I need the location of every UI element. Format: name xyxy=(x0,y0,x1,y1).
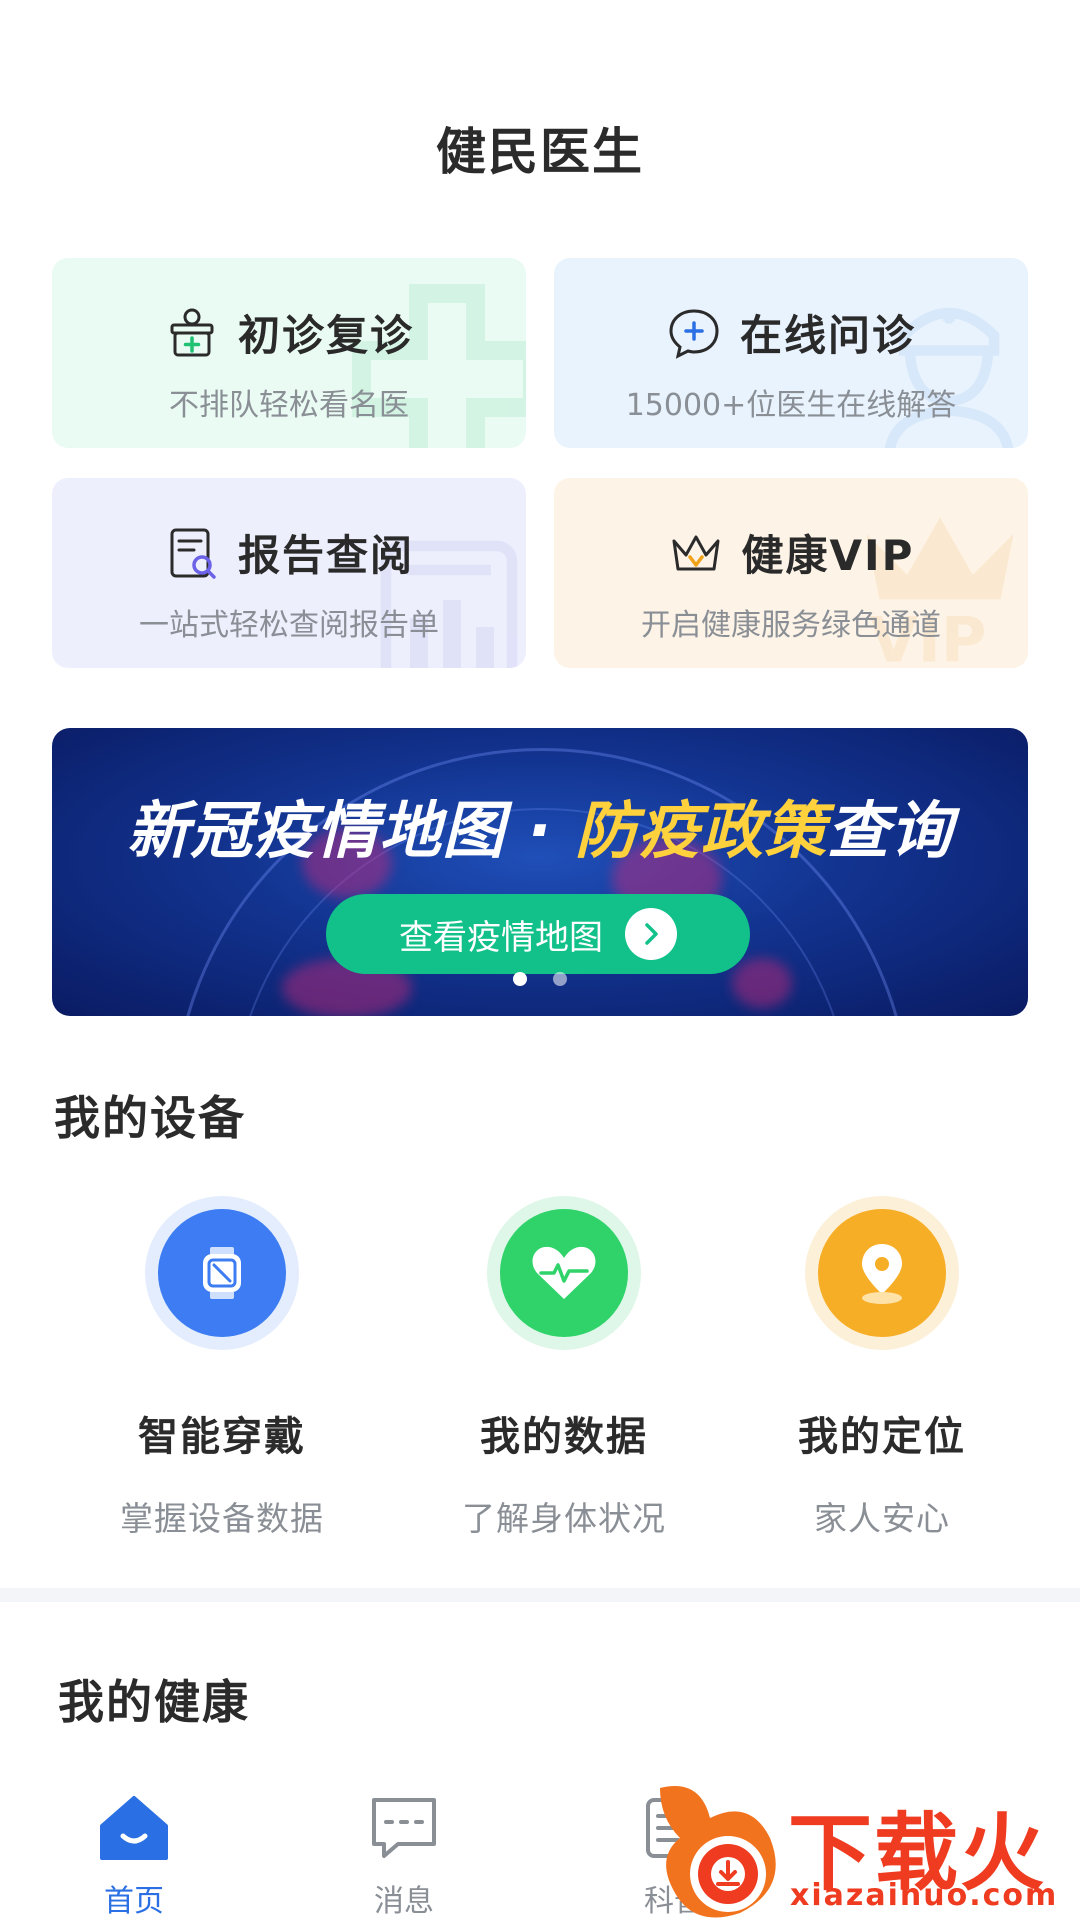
watermark-url: xiazaihuo.com xyxy=(790,1878,1059,1913)
devices-section-title: 我的设备 xyxy=(54,1091,246,1145)
section-divider xyxy=(0,1588,1080,1602)
device-desc: 家人安心 xyxy=(814,1499,950,1538)
service-card-title: 在线问诊 xyxy=(739,311,916,360)
service-card-subtitle: 15000+位医生在线解答 xyxy=(625,388,957,423)
service-card-subtitle: 开启健康服务绿色通道 xyxy=(641,608,941,643)
device-icon-halo xyxy=(145,1196,299,1350)
device-desc: 了解身体状况 xyxy=(462,1499,666,1538)
service-card-online-consult[interactable]: 在线问诊 15000+位医生在线解答 xyxy=(554,258,1028,448)
crown-icon xyxy=(672,535,720,570)
banner-headline: 新冠疫情地图 · 防疫政策查询 xyxy=(52,780,1028,870)
flame-logo-icon xyxy=(660,1786,776,1918)
heart-pulse-icon xyxy=(500,1209,628,1337)
service-card-title: 报告查阅 xyxy=(237,531,414,580)
tab-label: 消息 xyxy=(374,1884,434,1919)
view-epidemic-map-label: 查看疫情地图 xyxy=(399,917,603,958)
device-my-location[interactable]: 我的定位 家人安心 xyxy=(732,1196,1032,1540)
home-icon xyxy=(100,1796,168,1860)
chevron-right-icon xyxy=(625,908,677,960)
message-icon xyxy=(372,1798,436,1858)
tab-home[interactable]: 首页 xyxy=(44,1780,224,1920)
device-desc: 掌握设备数据 xyxy=(120,1499,324,1538)
service-card-vip[interactable]: VIP 健康VIP 开启健康服务绿色通道 xyxy=(554,478,1028,668)
service-card-title: 初诊复诊 xyxy=(237,311,414,360)
device-smart-wearable[interactable]: 智能穿戴 掌握设备数据 xyxy=(72,1196,372,1540)
device-name: 我的数据 xyxy=(480,1414,648,1460)
banner-headline-highlight: 防疫政策 xyxy=(574,794,827,867)
health-section-title: 我的健康 xyxy=(58,1675,250,1729)
report-search-icon xyxy=(170,528,216,579)
service-card-subtitle: 一站式轻松查阅报告单 xyxy=(139,608,439,643)
device-icon-halo xyxy=(805,1196,959,1350)
service-card-reports[interactable]: 报告查阅 一站式轻松查阅报告单 xyxy=(52,478,526,668)
service-card-subtitle: 不排队轻松看名医 xyxy=(169,388,409,423)
banner-dot[interactable] xyxy=(553,972,567,986)
view-epidemic-map-button[interactable]: 查看疫情地图 xyxy=(326,894,750,974)
banner-headline-tail: 查询 xyxy=(826,794,953,867)
epidemic-map-banner[interactable]: 新冠疫情地图 · 防疫政策查询 查看疫情地图 xyxy=(52,728,1028,1016)
service-card-title: 健康VIP xyxy=(741,531,915,580)
service-card-first-visit[interactable]: 初诊复诊 不排队轻松看名医 xyxy=(52,258,526,448)
device-my-data[interactable]: 我的数据 了解身体状况 xyxy=(414,1196,714,1540)
site-watermark: 下载火 xiazaihuo.com xyxy=(640,1778,1080,1920)
location-pin-icon xyxy=(818,1209,946,1337)
tab-label: 首页 xyxy=(104,1884,164,1919)
page-title: 健民医生 xyxy=(436,123,644,181)
banner-headline-main: 新冠疫情地图 · xyxy=(127,794,575,867)
device-name: 智能穿戴 xyxy=(138,1414,306,1460)
banner-dot-active[interactable] xyxy=(513,972,527,986)
smartwatch-icon xyxy=(158,1209,286,1337)
device-name: 我的定位 xyxy=(798,1414,966,1460)
tab-messages[interactable]: 消息 xyxy=(314,1780,494,1920)
clinic-bag-icon xyxy=(170,308,214,356)
banner-pagination xyxy=(52,972,1028,986)
chat-plus-icon xyxy=(669,308,719,359)
device-icon-halo xyxy=(487,1196,641,1350)
